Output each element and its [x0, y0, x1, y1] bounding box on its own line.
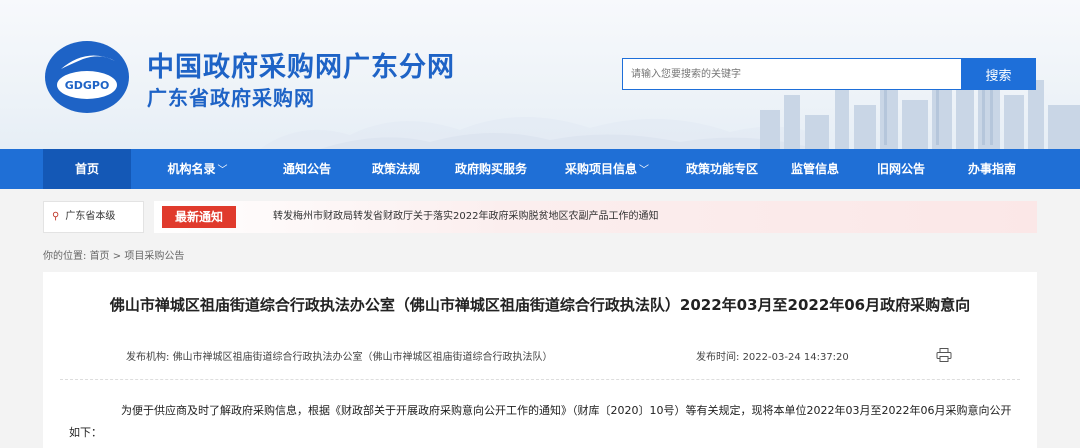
print-icon[interactable] — [936, 348, 952, 362]
nav-item-guide[interactable]: 办事指南 — [952, 149, 1032, 189]
publisher-value: 佛山市禅城区祖庙街道综合行政执法办公室（佛山市禅城区祖庙街道综合行政执法队） — [172, 352, 553, 363]
publish-time-info: 发布时间: 2022-03-24 14:37:20 — [696, 348, 849, 363]
ticker-link[interactable]: 转发梅州市财政局转发省财政厅关于落实2022年政府采购脱贫地区农副产品工作的通知 — [273, 201, 658, 233]
publish-time-value: 2022-03-24 14:37:20 — [742, 352, 849, 363]
publisher-info: 发布机构: 佛山市禅城区祖庙街道综合行政执法办公室（佛山市禅城区祖庙街道综合行政… — [126, 348, 553, 363]
notice-row: ⚲ 广东省本级 最新通知 转发梅州市财政局转发省财政厅关于落实2022年政府采购脱… — [43, 201, 1037, 233]
latest-notice-badge: 最新通知 — [162, 206, 236, 228]
search-button[interactable]: 搜索 — [961, 58, 1036, 90]
nav-item-policy-zone[interactable]: 政策功能专区 — [673, 149, 771, 189]
nav-item-directory[interactable]: 机构名录 ﹀ — [150, 149, 245, 189]
location-label: 广东省本级 — [65, 211, 116, 222]
nav-item-home[interactable]: 首页 — [43, 149, 131, 189]
site-header: GDGPO 中国政府采购网广东分网 广东省政府采购网 搜索 — [0, 0, 1080, 149]
nav-item-supervision[interactable]: 监管信息 — [776, 149, 854, 189]
map-pin-icon: ⚲ — [52, 211, 60, 222]
breadcrumb-separator: > — [112, 251, 122, 262]
nav-item-old-notices[interactable]: 旧网公告 — [862, 149, 940, 189]
article-panel: 佛山市禅城区祖庙街道综合行政执法办公室（佛山市禅城区祖庙街道综合行政执法队） 20… — [43, 272, 1037, 448]
article-paragraph: 为便于供应商及时了解政府采购信息，根据《财政部关于开展政府采购意向公开工作的通知… — [69, 404, 1012, 439]
nav-item-notices[interactable]: 通知公告 — [268, 149, 346, 189]
svg-text:GDGPO: GDGPO — [65, 79, 110, 92]
location-selector[interactable]: ⚲ 广东省本级 — [43, 201, 144, 233]
article-body: 为便于供应商及时了解政府采购信息，根据《财政部关于开展政府采购意向公开工作的通知… — [69, 400, 1019, 444]
main-nav: 首页 机构名录 ﹀ 通知公告 政策法规 政府购买服务 采购项目信息 ﹀ 政策功能专区… — [0, 149, 1080, 189]
breadcrumb-prefix: 你的位置: — [43, 251, 87, 262]
chevron-down-icon: ﹀ — [639, 165, 649, 176]
publisher-label: 发布机构: — [126, 352, 170, 363]
search-input[interactable] — [622, 58, 961, 90]
nav-item-regulations[interactable]: 政策法规 — [357, 149, 435, 189]
breadcrumb-home[interactable]: 首页 — [90, 251, 110, 262]
gdgpo-logo: GDGPO — [45, 41, 129, 113]
search-bar: 搜索 — [622, 58, 1036, 90]
notice-ticker: 最新通知 转发梅州市财政局转发省财政厅关于落实2022年政府采购脱贫地区农副产品… — [154, 201, 1037, 233]
article-divider — [60, 379, 1020, 380]
publish-time-label: 发布时间: — [696, 352, 740, 363]
nav-item-procurement-info[interactable]: 采购项目信息 ﹀ — [551, 149, 663, 189]
breadcrumb: 你的位置: 首页 > 项目采购公告 — [43, 247, 184, 262]
site-title: 中国政府采购网广东分网 — [147, 52, 455, 83]
nav-item-purchase-services[interactable]: 政府购买服务 — [442, 149, 540, 189]
site-subtitle: 广东省政府采购网 — [147, 86, 315, 110]
cloud-decoration — [260, 116, 820, 149]
article-title: 佛山市禅城区祖庙街道综合行政执法办公室（佛山市禅城区祖庙街道综合行政执法队）20… — [109, 296, 971, 314]
breadcrumb-current[interactable]: 项目采购公告 — [124, 251, 184, 262]
chevron-down-icon: ﹀ — [217, 165, 228, 176]
